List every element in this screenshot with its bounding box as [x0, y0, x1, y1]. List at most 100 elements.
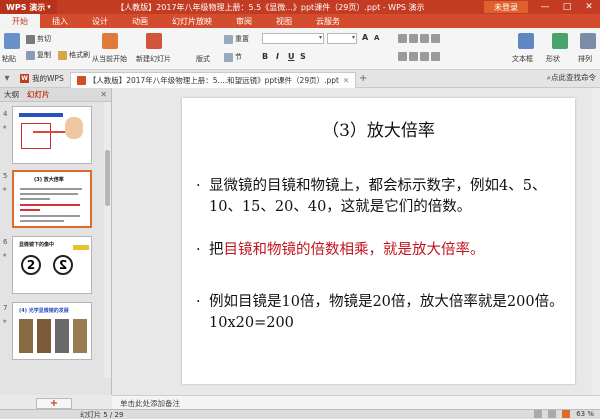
- shape-icon[interactable]: [552, 33, 568, 49]
- bold-button[interactable]: B: [262, 52, 268, 61]
- new-slide-button[interactable]: 新建幻灯片: [136, 54, 171, 64]
- thumb-title: (3) 放大倍率: [34, 177, 64, 183]
- ribbon-toolbar: 粘贴 剪切 复制 格式刷 从当前开始 新建幻灯片 版式 重置 节 ▾ ▾ A A…: [0, 28, 600, 70]
- play-from-current-icon[interactable]: [102, 33, 118, 49]
- slide-thumbnail-4[interactable]: [12, 106, 92, 164]
- notes-pane[interactable]: 单击此处添加备注: [112, 395, 600, 409]
- slide-title[interactable]: （3）放大倍率: [182, 116, 575, 141]
- thumb-text-line: [20, 198, 50, 200]
- paste-icon[interactable]: [4, 33, 20, 49]
- shadow-button[interactable]: S: [300, 52, 306, 61]
- paste-button[interactable]: 粘贴: [2, 54, 16, 64]
- chevron-down-icon[interactable]: ▾: [0, 73, 14, 84]
- alignment-tools[interactable]: [398, 52, 442, 61]
- font-size-increase-button[interactable]: A: [362, 33, 368, 42]
- menu-review[interactable]: 审阅: [224, 14, 264, 28]
- bullet-text: 显微镜的目镜和物镜上，都会标示数字，例如4、5、10、15、20、40，这就是它…: [209, 178, 547, 215]
- slide-thumbnail-5[interactable]: (3) 放大倍率: [12, 170, 92, 228]
- window-title: 【人教版】2017年八年级物理上册：5.5《显微...》ppt课件（29页）.p…: [116, 2, 425, 12]
- copy-icon: [26, 50, 35, 60]
- microscope-photo: [73, 319, 87, 353]
- menu-insert[interactable]: 插入: [40, 14, 80, 28]
- microscope-diagram: [21, 123, 51, 149]
- bullet-text: 例如目镜是10倍，物镜是20倍，放大倍率就是200倍。10x20=200: [209, 294, 564, 331]
- bullet-item[interactable]: · 显微镜的目镜和物镜上，都会标示数字，例如4、5、10、15、20、40，这就…: [196, 176, 568, 218]
- close-icon[interactable]: ✕: [343, 76, 349, 85]
- thumbnail-scrollbar[interactable]: [104, 102, 111, 378]
- tab-slides[interactable]: 幻灯片: [23, 89, 54, 100]
- star-icon: ★: [2, 318, 8, 325]
- presentation-file-icon: [76, 75, 86, 85]
- command-search-label: 点此查找命令: [551, 73, 596, 82]
- section-button[interactable]: 节: [224, 52, 242, 62]
- mirrored-digit-figure: 2: [53, 255, 73, 275]
- layout-button[interactable]: 版式: [196, 54, 210, 64]
- command-search[interactable]: ⌕ 点此查找命令: [547, 72, 596, 83]
- canvas-scrollbar[interactable]: [592, 88, 600, 395]
- current-slide[interactable]: （3）放大倍率 · 显微镜的目镜和物镜上，都会标示数字，例如4、5、10、15、…: [182, 98, 575, 384]
- menu-cloud[interactable]: 云服务: [304, 14, 352, 28]
- font-size-select[interactable]: ▾: [327, 33, 357, 44]
- slide-number: 7: [3, 304, 8, 312]
- bullet-mark: ·: [196, 294, 201, 310]
- section-label: 节: [235, 53, 242, 61]
- cut-button[interactable]: 剪切: [26, 34, 51, 44]
- cut-label: 剪切: [37, 35, 51, 43]
- play-icon[interactable]: [562, 410, 571, 418]
- tab-my-wps[interactable]: W 我的WPS: [14, 71, 70, 87]
- format-painter-button[interactable]: 格式刷: [58, 50, 90, 60]
- slide-thumbnail-6[interactable]: 显微镜下的像中 2 2: [12, 236, 92, 294]
- from-current-button[interactable]: 从当前开始: [92, 54, 127, 64]
- menu-slideshow[interactable]: 幻灯片放映: [160, 14, 224, 28]
- textbox-button[interactable]: 文本框: [512, 54, 533, 64]
- menu-bar: 开始 插入 设计 动画 幻灯片放映 审阅 视图 云服务: [0, 14, 600, 28]
- slide-counter: 幻灯片 5 / 29: [80, 411, 124, 419]
- chevron-down-icon: ▾: [351, 34, 355, 41]
- star-icon: ★: [2, 186, 8, 193]
- scrollbar-thumb[interactable]: [105, 150, 110, 206]
- arrange-icon[interactable]: [580, 33, 596, 49]
- textbox-icon[interactable]: [518, 33, 534, 49]
- close-icon[interactable]: ✕: [100, 90, 107, 99]
- italic-button[interactable]: I: [276, 52, 279, 61]
- reset-label: 重置: [235, 35, 249, 43]
- sorter-view-icon[interactable]: [548, 410, 557, 418]
- zoom-level[interactable]: 63 %: [576, 410, 594, 418]
- bullet-item[interactable]: · 例如目镜是10倍，物镜是20倍，放大倍率就是200倍。10x20=200: [196, 292, 568, 334]
- paragraph-tools[interactable]: [398, 34, 442, 43]
- app-menu-button[interactable]: WPS 演示 ▾: [0, 0, 57, 14]
- menu-animation[interactable]: 动画: [120, 14, 160, 28]
- reset-button[interactable]: 重置: [224, 34, 249, 44]
- add-slide-button[interactable]: +: [36, 398, 72, 409]
- font-family-select[interactable]: ▾: [262, 33, 324, 44]
- shape-button[interactable]: 形状: [546, 54, 560, 64]
- slide-thumbnail-7[interactable]: (4) 光学显微镜的发展: [12, 302, 92, 360]
- tab-outline[interactable]: 大纲: [0, 89, 23, 100]
- menu-view[interactable]: 视图: [264, 14, 304, 28]
- slide-canvas: （3）放大倍率 · 显微镜的目镜和物镜上，都会标示数字，例如4、5、10、15、…: [112, 88, 600, 395]
- new-slide-icon[interactable]: [146, 33, 162, 49]
- new-tab-button[interactable]: +: [356, 73, 370, 84]
- thumb-text-line: [20, 188, 82, 190]
- bullet-mark: ·: [196, 242, 201, 258]
- minimize-button[interactable]: —: [534, 2, 556, 12]
- arrange-button[interactable]: 排列: [578, 54, 592, 64]
- tab-document[interactable]: 【人教版】2017年八年级物理上册：5....和望远镜》ppt课件（29页）.p…: [69, 71, 357, 88]
- login-button[interactable]: 未登录: [484, 1, 528, 13]
- underline-button[interactable]: U: [288, 52, 295, 61]
- maximize-button[interactable]: □: [556, 2, 578, 12]
- bullets-icon: [398, 34, 407, 43]
- close-button[interactable]: ✕: [578, 2, 600, 12]
- normal-view-icon[interactable]: [534, 410, 543, 418]
- slide-number: 6: [3, 238, 8, 246]
- copy-button[interactable]: 复制: [26, 50, 51, 60]
- font-size-decrease-button[interactable]: A: [374, 34, 379, 42]
- app-name: WPS 演示: [6, 2, 46, 12]
- menu-design[interactable]: 设计: [80, 14, 120, 28]
- bullet-item[interactable]: · 把目镜和物镜的倍数相乘，就是放大倍率。: [196, 240, 568, 261]
- align-center-icon: [409, 52, 418, 61]
- menu-home[interactable]: 开始: [0, 14, 40, 28]
- microscope-photo: [55, 319, 69, 353]
- thumb-red-line: [20, 204, 80, 206]
- bullet-text: 把目镜和物镜的倍数相乘，就是放大倍率。: [196, 240, 568, 261]
